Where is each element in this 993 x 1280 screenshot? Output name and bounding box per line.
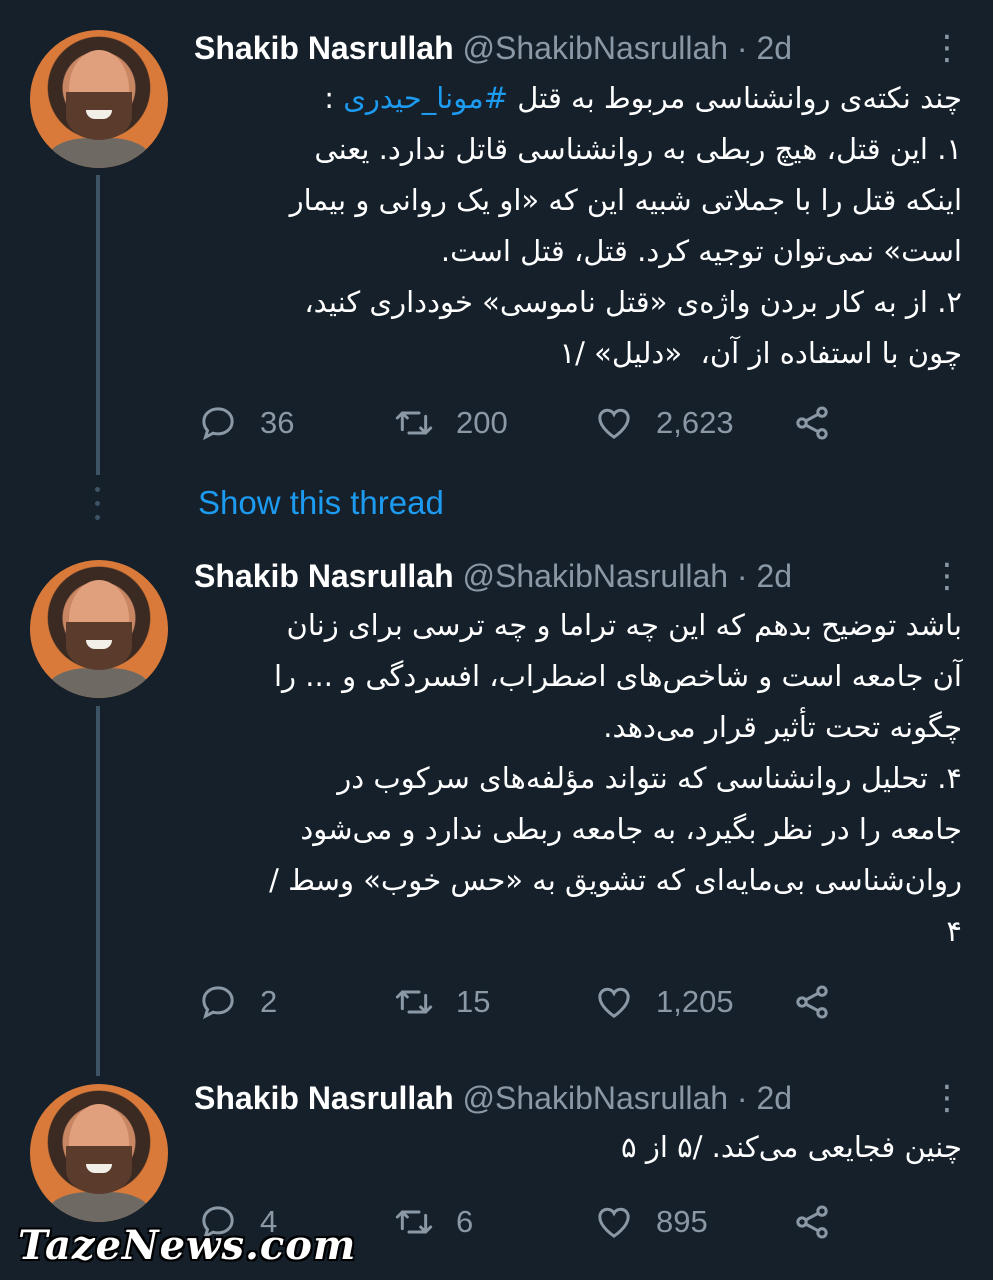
retweet-button[interactable]: 6 (394, 1197, 473, 1247)
reply-button[interactable]: 2 (198, 977, 277, 1027)
hashtag-link[interactable]: #مونا_حیدری (343, 81, 508, 115)
author-name[interactable]: Shakib Nasrullah (194, 558, 454, 594)
show-thread-link[interactable]: Show this thread (198, 484, 444, 522)
reply-count: 2 (260, 984, 278, 1019)
header-separator: · (728, 1080, 757, 1116)
heart-icon (598, 408, 630, 439)
text-line: جامعه را در نظر بگیرد، به جامعه ربطی ندا… (300, 812, 962, 846)
more-vertical-icon[interactable]: ⋮ (930, 1078, 964, 1118)
retweet-arrows-icon (395, 990, 433, 1014)
author-name[interactable]: Shakib Nasrullah (194, 1080, 454, 1116)
retweet-arrows-icon (395, 411, 433, 435)
like-button[interactable]: 895 (594, 1197, 708, 1247)
tweet-actions: 2 15 1,205 (194, 977, 894, 1027)
author-handle[interactable]: @ShakibNasrullah (463, 558, 729, 594)
tweet-time[interactable]: 2d (756, 558, 792, 594)
retweet-count: 200 (456, 405, 508, 440)
heart-icon (598, 987, 630, 1018)
tweet-header: Shakib Nasrullah @ShakibNasrullah · 2d (194, 558, 792, 595)
like-button[interactable]: 1,205 (594, 977, 734, 1027)
thread-line-lower (96, 706, 100, 1076)
like-count: 895 (656, 1204, 708, 1239)
share-nodes-icon (796, 985, 828, 1019)
text-line: باشد توضیح بدهم که این چه تراما و چه ترس… (286, 608, 962, 642)
tweet-text: چنین فجایعی می‌کند. /۵ از ۵ (194, 1122, 962, 1173)
text-line: چند نکته‌ی روانشناسی مربوط به قتل #مونا_… (324, 81, 962, 115)
share-nodes-icon (796, 406, 828, 440)
tweet-text: باشد توضیح بدهم که این چه تراما و چه ترس… (194, 600, 962, 957)
avatar[interactable] (30, 1084, 168, 1222)
thread-line-upper (96, 175, 100, 475)
text-line: است» نمی‌توان توجیه کرد. قتل، قتل است. (440, 234, 962, 268)
avatar[interactable] (30, 560, 168, 698)
reply-bubble-icon (202, 986, 234, 1020)
avatar[interactable] (30, 30, 168, 168)
text-line: روان‌شناسی بی‌مایه‌ای که تشویق به «حس خو… (269, 863, 962, 897)
text-line: چگونه تحت تأثیر قرار می‌دهد. (603, 710, 962, 744)
retweet-count: 15 (456, 984, 491, 1019)
text-line: ۴ (946, 914, 962, 948)
header-separator: · (728, 558, 757, 594)
share-button[interactable] (792, 398, 854, 448)
retweet-button[interactable]: 15 (394, 977, 490, 1027)
text-line: ۴. تحلیل روانشناسی که نتواند مؤلفه‌های س… (337, 761, 962, 795)
more-vertical-icon[interactable]: ⋮ (930, 28, 964, 68)
retweet-button[interactable]: 200 (394, 398, 508, 448)
tweet-time[interactable]: 2d (756, 1080, 792, 1116)
reply-bubble-icon (202, 407, 234, 441)
like-count: 2,623 (656, 405, 734, 440)
text-line: ۲. از به کار بردن واژه‌ی «قتل ناموسی» خو… (304, 285, 962, 319)
text-line: اینکه قتل را با جملاتی شبیه این که «او ی… (289, 183, 962, 217)
heart-icon (598, 1207, 630, 1238)
thread-gap-dots (95, 487, 101, 529)
more-vertical-icon[interactable]: ⋮ (930, 556, 964, 596)
text-line: ۱. این قتل، هیچ ربطی به روانشناسی قاتل ن… (314, 132, 962, 166)
tweet-header: Shakib Nasrullah @ShakibNasrullah · 2d (194, 1080, 792, 1117)
author-name[interactable]: Shakib Nasrullah (194, 30, 454, 66)
share-button[interactable] (792, 1197, 854, 1247)
share-nodes-icon (796, 1205, 828, 1239)
share-button[interactable] (792, 977, 854, 1027)
like-button[interactable]: 2,623 (594, 398, 734, 448)
text-line: چنین فجایعی می‌کند. /۵ از ۵ (621, 1130, 962, 1164)
like-count: 1,205 (656, 984, 734, 1019)
tweet-header: Shakib Nasrullah @ShakibNasrullah · 2d (194, 30, 792, 67)
tweet-text: چند نکته‌ی روانشناسی مربوط به قتل #مونا_… (194, 73, 962, 379)
author-handle[interactable]: @ShakibNasrullah (463, 1080, 729, 1116)
tweet-actions: 36 200 2,623 (194, 398, 894, 448)
retweet-count: 6 (456, 1204, 474, 1239)
reply-button[interactable]: 36 (198, 398, 294, 448)
retweet-arrows-icon (395, 1210, 433, 1234)
author-handle[interactable]: @ShakibNasrullah (463, 30, 729, 66)
text-line: چون با استفاده از آن، «دلیل» /۱ (559, 336, 962, 370)
header-separator: · (728, 30, 757, 66)
watermark-logo: TazeNews.com (18, 1222, 357, 1269)
tweet-time[interactable]: 2d (756, 30, 792, 66)
reply-count: 36 (260, 405, 295, 440)
text-line: آن جامعه است و شاخص‌های اضطراب، افسردگی … (273, 659, 962, 693)
